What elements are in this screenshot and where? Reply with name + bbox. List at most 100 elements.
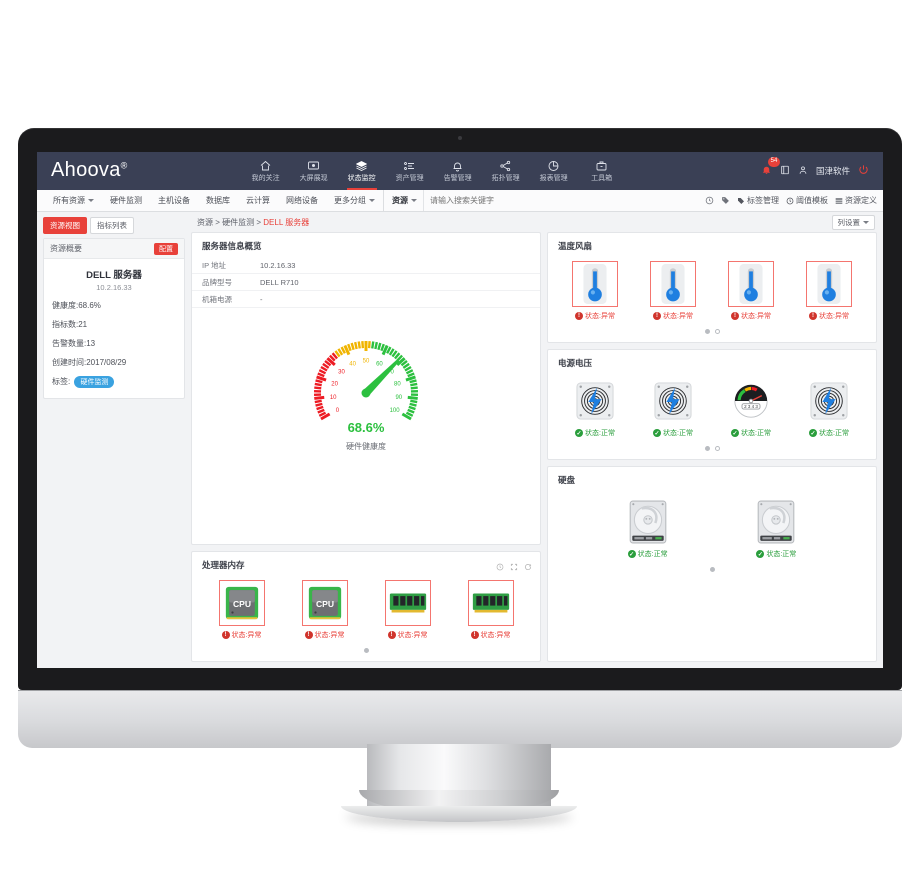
subnav-item-database[interactable]: 数据库 [198, 195, 238, 206]
dashboard-panels: 服务器信息概览 IP 地址 10.2.16.33 品牌型号 DELL R710 [189, 232, 883, 668]
svg-text:90: 90 [395, 395, 402, 401]
device-thermometer-2[interactable]: ! 状态:异常 [636, 261, 710, 321]
device-status: ✓ 状态:正常 [627, 549, 668, 559]
panel-power-voltage: 电源电压 ✓ 状态:正常 ✓ 状态:正常 2 3 4 3 ✓ 状态:正常 ✓ 状… [547, 349, 877, 460]
nav-label: 工具箱 [591, 175, 613, 182]
ok-icon: ✓ [756, 550, 765, 558]
device-thermometer-1[interactable]: ! 状态:异常 [558, 261, 632, 321]
nav-item-report-manage[interactable]: 报表管理 [530, 152, 578, 190]
column-settings-label: 列设置 [837, 217, 861, 227]
pagination-dot[interactable] [714, 446, 720, 451]
tool-tag-manage[interactable]: 标签管理 [737, 195, 779, 206]
clock-icon[interactable] [496, 558, 504, 576]
panel-disk: 硬盘 ✓ 状态:正常 ✓ 状态:正常 [547, 466, 877, 662]
nav-item-toolbox[interactable]: 工具箱 [578, 152, 626, 190]
svg-text:0: 0 [336, 408, 340, 414]
monitor-stand-neck [359, 744, 559, 812]
manual-icon[interactable] [780, 162, 790, 180]
power-icon[interactable] [858, 162, 869, 180]
device-status-label: 状态:正常 [819, 430, 849, 437]
config-button[interactable]: 配置 [154, 242, 178, 255]
resource-summary-body: DELL 服务器 10.2.16.33 健康度:68.6% 指标数:21 告警数… [44, 259, 184, 398]
device-power-supply-1[interactable]: ✓ 状态:正常 [558, 378, 632, 438]
breadcrumb-root[interactable]: 资源 [197, 218, 213, 227]
device-memory-2[interactable]: ! 状态:异常 [454, 580, 528, 640]
sub-nav-tools: 标签管理 阈值模板 资源定义 [705, 192, 877, 210]
device-hdd-2[interactable]: ✓ 状态:正常 [739, 499, 813, 559]
subnav-item-cloud[interactable]: 云计算 [238, 195, 278, 206]
nav-item-asset-manage[interactable]: 资产管理 [386, 152, 434, 190]
device-cpu-2[interactable]: CPU ! 状态:异常 [288, 580, 362, 640]
sidebar-tab-resource-view[interactable]: 资源视图 [43, 217, 87, 234]
sidebar-tab-metric-list[interactable]: 指标列表 [90, 217, 134, 234]
home-icon [259, 159, 272, 172]
workspace: 资源视图 指标列表 资源概要 配置 DELL 服务器 10.2.16.33 健康… [37, 212, 883, 668]
device-memory-1[interactable]: ! 状态:异常 [371, 580, 445, 640]
user-name[interactable]: 国津软件 [816, 165, 850, 177]
device-thermometer-4[interactable]: ! 状态:异常 [792, 261, 866, 321]
tool-resource-define[interactable]: 资源定义 [835, 195, 877, 206]
nav-item-alarm-manage[interactable]: 告警管理 [434, 152, 482, 190]
expand-icon[interactable] [510, 558, 518, 576]
search-box [423, 190, 705, 211]
gauge-caption: 硬件健康度 [346, 442, 386, 451]
pagination-dot[interactable] [714, 329, 720, 334]
memory-icon [467, 580, 514, 626]
subnav-item-hardware[interactable]: 硬件监测 [102, 195, 150, 206]
info-value: - [256, 290, 540, 308]
breadcrumb-mid[interactable]: 硬件监测 [222, 218, 254, 227]
notification-bell[interactable]: 54 [761, 157, 780, 180]
pagination-dot[interactable] [709, 567, 715, 572]
svg-text:30: 30 [338, 369, 345, 375]
resource-tag-pill[interactable]: 硬件监测 [74, 376, 115, 388]
app-logo[interactable]: Ahoova® [51, 159, 128, 182]
device-power-supply-3[interactable]: ✓ 状态:正常 [792, 378, 866, 438]
top-nav: 我的关注 大屏展现 状态监控 资产管理 告警管理 拓扑管理 报表管理 工具箱 [242, 152, 626, 190]
subnav-item-host[interactable]: 主机设备 [150, 195, 198, 206]
chevron-down-icon [863, 221, 869, 225]
column-settings-button[interactable]: 列设置 [831, 214, 875, 230]
subnav-item-more-groups[interactable]: 更多分组 [326, 195, 383, 206]
gauge-value: 68.6% [347, 420, 385, 435]
pagination-dot[interactable] [704, 446, 710, 451]
device-status: ! 状态:异常 [809, 311, 849, 321]
subnav-item-all-resources[interactable]: 所有资源 [45, 195, 102, 206]
toolbox-icon [595, 159, 608, 172]
bell-icon [451, 159, 464, 172]
pagination-dot[interactable] [704, 329, 710, 334]
nav-item-bigscreen[interactable]: 大屏展现 [290, 152, 338, 190]
breadcrumb-separator: > [256, 217, 262, 227]
nav-item-my-focus[interactable]: 我的关注 [242, 152, 290, 190]
device-hdd-1[interactable]: ✓ 状态:正常 [611, 499, 685, 559]
topology-icon [499, 159, 512, 172]
search-input[interactable] [430, 196, 705, 205]
tool-threshold-template[interactable]: 阈值模板 [786, 195, 828, 206]
pagination-dots [548, 323, 876, 342]
refresh-icon[interactable] [524, 558, 532, 576]
tag-icon[interactable] [721, 192, 730, 210]
subnav-item-network[interactable]: 网络设备 [278, 195, 326, 206]
panel-server-info: 服务器信息概览 IP 地址 10.2.16.33 品牌型号 DELL R710 [191, 232, 541, 545]
hdd-icon [752, 499, 800, 545]
clock-icon[interactable] [705, 192, 714, 210]
pagination-dot[interactable] [363, 648, 369, 653]
svg-text:40: 40 [349, 361, 356, 367]
screen: Ahoova® 我的关注 大屏展现 状态监控 资产管理 告警管理 拓扑管理 报表… [37, 152, 883, 668]
nav-item-topology-manage[interactable]: 拓扑管理 [482, 152, 530, 190]
device-voltage-meter[interactable]: 2 3 4 3 ✓ 状态:正常 [714, 378, 788, 438]
temperature-fan-device-grid: ! 状态:异常 ! 状态:异常 ! 状态:异常 ! 状态:异常 [548, 257, 876, 323]
nav-item-status-monitor[interactable]: 状态监控 [338, 152, 386, 190]
device-status-label: 状态:异常 [741, 313, 771, 320]
breadcrumb-current: DELL 服务器 [263, 217, 310, 227]
device-power-supply-2[interactable]: ✓ 状态:正常 [636, 378, 710, 438]
alarm-icon: ! [653, 312, 662, 320]
monitor-stand-base [341, 806, 577, 822]
breadcrumb: 资源 > 硬件监测 > DELL 服务器 [197, 217, 309, 228]
pie-icon [547, 159, 560, 172]
device-thermometer-3[interactable]: ! 状态:异常 [714, 261, 788, 321]
device-status: ! 状态:异常 [470, 630, 510, 640]
device-status: ✓ 状态:正常 [575, 428, 615, 438]
device-cpu-1[interactable]: CPU ! 状态:异常 [205, 580, 279, 640]
ok-icon: ✓ [575, 429, 584, 437]
search-scope-select[interactable]: 资源 [383, 190, 423, 211]
